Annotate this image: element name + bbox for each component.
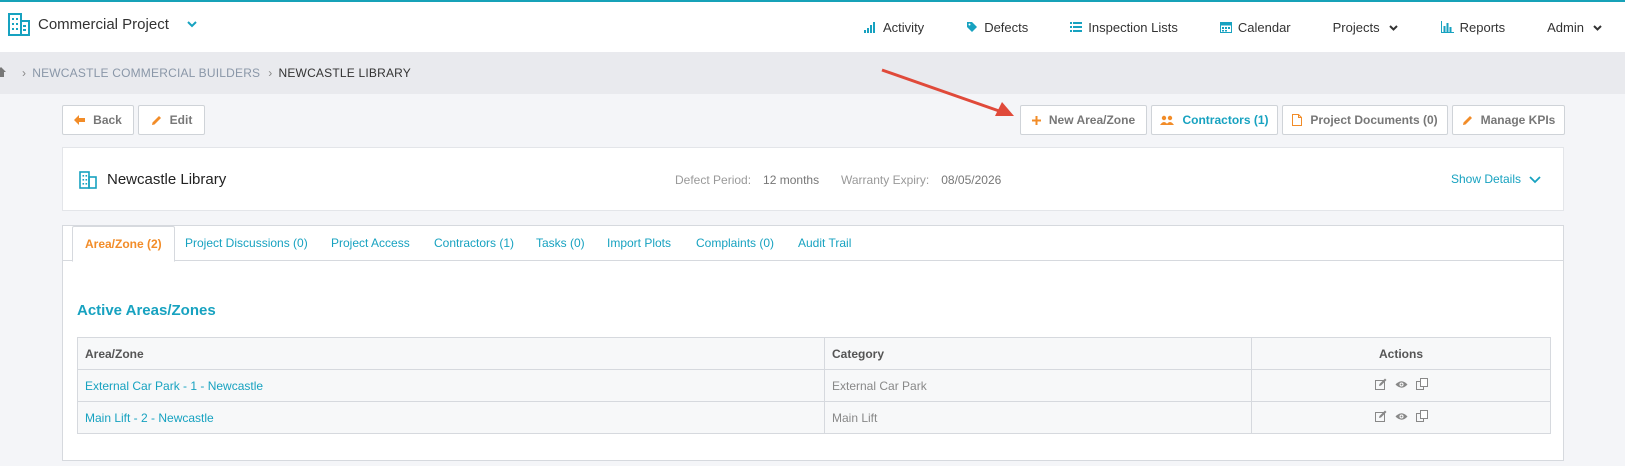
tab-area-zone[interactable]: Area/Zone (2) bbox=[72, 226, 175, 262]
tab-project-access[interactable]: Project Access bbox=[331, 236, 410, 250]
tab-import-plots[interactable]: Import Plots bbox=[607, 236, 671, 250]
users-icon bbox=[1160, 115, 1175, 125]
pencil-icon bbox=[151, 115, 161, 125]
activity-icon bbox=[864, 22, 876, 33]
show-details-label: Show Details bbox=[1450, 172, 1521, 186]
warranty-expiry-value: 08/05/2026 bbox=[941, 173, 1002, 187]
eye-icon[interactable] bbox=[1395, 380, 1408, 389]
nav-projects[interactable]: Projects bbox=[1333, 20, 1399, 35]
nav-inspection-lists[interactable]: Inspection Lists bbox=[1070, 20, 1178, 35]
edit-icon[interactable] bbox=[1374, 378, 1387, 390]
category-cell: External Car Park bbox=[824, 369, 1252, 402]
nav-activity-label: Activity bbox=[883, 19, 925, 35]
breadcrumb-current: NEWCASTLE LIBRARY bbox=[278, 66, 412, 80]
defect-period: Defect Period: 12 months bbox=[675, 173, 819, 187]
chevron-down-icon bbox=[1593, 24, 1602, 31]
category-cell: Main Lift bbox=[824, 401, 1252, 434]
arrow-left-icon bbox=[74, 115, 86, 125]
building-icon bbox=[8, 13, 30, 36]
nav-projects-label: Projects bbox=[1332, 19, 1380, 35]
project-tabs-panel: Area/Zone (2) Project Discussions (0) Pr… bbox=[62, 225, 1564, 461]
new-area-zone-label: New Area/Zone bbox=[1048, 113, 1136, 127]
warranty-expiry: Warranty Expiry: 08/05/2026 bbox=[841, 173, 1001, 187]
actions-cell bbox=[1251, 369, 1551, 402]
annotation-arrow bbox=[881, 68, 1014, 116]
table-row: External Car Park - 1 - Newcastle Extern… bbox=[77, 369, 1551, 402]
tab-bar: Area/Zone (2) Project Discussions (0) Pr… bbox=[63, 226, 1563, 262]
chevron-down-icon bbox=[1388, 24, 1398, 31]
chevron-down-icon bbox=[1529, 175, 1541, 183]
back-button-label: Back bbox=[93, 113, 122, 127]
chevron-down-icon[interactable] bbox=[185, 17, 199, 31]
main-nav: Activity Defects Inspection Lists Calend… bbox=[864, 2, 1625, 52]
nav-defects-label: Defects bbox=[984, 19, 1029, 35]
eye-icon[interactable] bbox=[1395, 412, 1408, 421]
breadcrumb-builder-link[interactable]: NEWCASTLE COMMERCIAL BUILDERS bbox=[32, 66, 260, 80]
new-area-zone-button[interactable]: New Area/Zone bbox=[1020, 105, 1147, 135]
building-icon bbox=[79, 171, 97, 189]
project-documents-button[interactable]: Project Documents (0) bbox=[1282, 105, 1448, 135]
top-bar: Commercial Project Activity Defects Insp… bbox=[0, 0, 1625, 52]
column-header-actions: Actions bbox=[1251, 337, 1551, 370]
back-button[interactable]: Back bbox=[62, 105, 134, 135]
tab-project-discussions[interactable]: Project Discussions (0) bbox=[185, 236, 308, 250]
nav-calendar[interactable]: Calendar bbox=[1219, 19, 1291, 35]
project-documents-label: Project Documents (0) bbox=[1310, 113, 1438, 127]
column-header-area-zone[interactable]: Area/Zone bbox=[77, 337, 825, 370]
breadcrumb-separator: › bbox=[22, 66, 27, 80]
tag-icon bbox=[967, 22, 978, 32]
tab-contractors[interactable]: Contractors (1) bbox=[434, 236, 514, 250]
project-name: Commercial Project bbox=[38, 15, 169, 33]
project-header: Newcastle Library Defect Period: 12 month… bbox=[62, 147, 1564, 211]
manage-kpis-label: Manage KPIs bbox=[1480, 113, 1556, 127]
edit-icon[interactable] bbox=[1374, 410, 1387, 422]
table-header-row: Area/Zone Category Actions bbox=[77, 337, 1551, 370]
manage-kpis-button[interactable]: Manage KPIs bbox=[1452, 105, 1565, 135]
home-icon[interactable] bbox=[0, 67, 6, 77]
copy-icon[interactable] bbox=[1415, 378, 1428, 390]
pencil-icon bbox=[1462, 115, 1472, 125]
list-icon bbox=[1070, 22, 1083, 32]
column-header-category[interactable]: Category bbox=[824, 337, 1252, 370]
defect-period-value: 12 months bbox=[763, 173, 820, 187]
section-title: Active Areas/Zones bbox=[77, 302, 216, 319]
nav-admin-label: Admin bbox=[1547, 19, 1584, 35]
bar-chart-icon bbox=[1440, 21, 1454, 33]
actions-cell bbox=[1251, 401, 1551, 434]
nav-reports-label: Reports bbox=[1459, 19, 1506, 35]
contractors-button[interactable]: Contractors (1) bbox=[1151, 105, 1278, 135]
breadcrumb: › NEWCASTLE COMMERCIAL BUILDERS › NEWCAS… bbox=[0, 52, 1625, 94]
contractors-button-label: Contractors (1) bbox=[1182, 113, 1269, 127]
edit-button[interactable]: Edit bbox=[138, 105, 205, 135]
nav-reports[interactable]: Reports bbox=[1440, 19, 1506, 35]
nav-activity[interactable]: Activity bbox=[864, 20, 924, 35]
project-title: Newcastle Library bbox=[79, 170, 226, 189]
defect-period-label: Defect Period: bbox=[675, 173, 752, 187]
nav-inspection-lists-label: Inspection Lists bbox=[1088, 19, 1178, 35]
document-icon bbox=[1292, 114, 1303, 126]
nav-admin[interactable]: Admin bbox=[1547, 20, 1603, 35]
tab-tasks[interactable]: Tasks (0) bbox=[536, 236, 585, 250]
project-switcher[interactable]: Commercial Project bbox=[8, 12, 199, 36]
tab-audit-trail[interactable]: Audit Trail bbox=[798, 236, 851, 250]
edit-button-label: Edit bbox=[169, 113, 193, 127]
nav-calendar-label: Calendar bbox=[1237, 19, 1291, 35]
areas-table: Area/Zone Category Actions External Car … bbox=[77, 337, 1551, 434]
warranty-expiry-label: Warranty Expiry: bbox=[841, 173, 930, 187]
copy-icon[interactable] bbox=[1415, 410, 1428, 422]
calendar-icon bbox=[1219, 22, 1232, 33]
show-details-toggle[interactable]: Show Details bbox=[1451, 172, 1541, 186]
nav-defects[interactable]: Defects bbox=[966, 20, 1028, 35]
tab-complaints[interactable]: Complaints (0) bbox=[696, 236, 774, 250]
breadcrumb-separator: › bbox=[268, 66, 273, 80]
project-title-text: Newcastle Library bbox=[107, 171, 227, 188]
plus-icon bbox=[1031, 115, 1041, 125]
table-row: Main Lift - 2 - Newcastle Main Lift bbox=[77, 401, 1551, 434]
area-zone-link[interactable]: External Car Park - 1 - Newcastle bbox=[77, 369, 825, 402]
area-zone-link[interactable]: Main Lift - 2 - Newcastle bbox=[77, 401, 825, 434]
